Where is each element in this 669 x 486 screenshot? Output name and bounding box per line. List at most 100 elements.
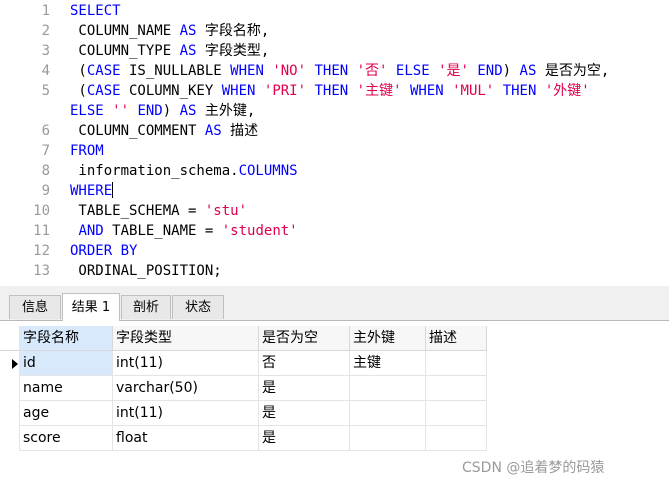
- table-cell[interactable]: [426, 351, 487, 376]
- kw-end: END: [137, 103, 163, 119]
- tab-result-1[interactable]: 结果 1: [62, 293, 120, 321]
- csdn-watermark: CSDN @追着梦的码猿: [462, 460, 605, 476]
- line-number: 10: [33, 203, 50, 219]
- kw-as: AS: [179, 43, 197, 59]
- code-line-3[interactable]: COLUMN_TYPE AS 字段类型,: [70, 41, 269, 61]
- line-number: 11: [33, 223, 50, 239]
- table-cell[interactable]: int(11): [113, 351, 259, 376]
- string-literal: '否': [356, 63, 388, 79]
- kw-case: CASE: [86, 63, 121, 79]
- code-line-5[interactable]: (CASE COLUMN_KEY WHEN 'PRI' THEN '主键' WH…: [70, 81, 590, 101]
- sql-editor[interactable]: 1 2 3 4 5 6 7 8 9 10 11 12 13 SELECT COL…: [0, 0, 669, 286]
- table-cell[interactable]: 是: [259, 426, 350, 451]
- code-line-4[interactable]: (CASE IS_NULLABLE WHEN 'NO' THEN '否' ELS…: [70, 61, 609, 81]
- code-text: 主外键,: [196, 103, 256, 119]
- string-literal: 'stu': [204, 203, 248, 219]
- kw-else: ELSE: [70, 103, 104, 119]
- string-literal: 'student': [221, 223, 298, 239]
- code-text: (: [70, 83, 87, 99]
- column-header[interactable]: 主外键: [350, 326, 426, 351]
- code-text: 是否为空,: [536, 63, 610, 79]
- table-cell[interactable]: [426, 401, 487, 426]
- line-number: 7: [41, 143, 50, 159]
- code-line-5-wrap[interactable]: ELSE '' END) AS 主外键,: [70, 101, 255, 121]
- table-cell[interactable]: [350, 426, 426, 451]
- line-number: 9: [41, 183, 50, 199]
- code-text: ): [502, 63, 520, 79]
- line-number: 8: [41, 163, 50, 179]
- kw-when: WHEN: [221, 83, 256, 99]
- kw-as: AS: [519, 63, 537, 79]
- code-text: IS_NULLABLE: [120, 63, 231, 79]
- kw-as: AS: [204, 123, 222, 139]
- table-cell[interactable]: [426, 426, 487, 451]
- code-line-2[interactable]: COLUMN_NAME AS 字段名称,: [70, 21, 269, 41]
- code-line-13[interactable]: ORDINAL_POSITION;: [70, 261, 221, 281]
- code-text: 字段名称,: [196, 23, 270, 39]
- code-text: COLUMN_TYPE: [70, 43, 180, 59]
- code-text: 描述: [221, 123, 259, 139]
- string-literal: '外键': [544, 83, 590, 99]
- table-cell[interactable]: 主键: [350, 351, 426, 376]
- table-cell[interactable]: age: [20, 401, 113, 426]
- kw-as: AS: [179, 23, 197, 39]
- string-literal: 'NO': [272, 63, 307, 79]
- kw-case: CASE: [86, 83, 121, 99]
- table-row[interactable]: id int(11) 否 主键: [0, 351, 669, 376]
- kw-then: THEN: [502, 83, 537, 99]
- table-cell[interactable]: [350, 376, 426, 401]
- table-cell[interactable]: [426, 376, 487, 401]
- code-line-11[interactable]: AND TABLE_NAME = 'student': [70, 221, 298, 241]
- kw-then: THEN: [314, 63, 349, 79]
- code-line-7[interactable]: FROM: [70, 141, 104, 161]
- string-literal: 'MUL': [452, 83, 495, 99]
- code-line-12[interactable]: ORDER BY: [70, 241, 137, 261]
- column-header[interactable]: 描述: [426, 326, 487, 351]
- table-cell[interactable]: name: [20, 376, 113, 401]
- table-cell[interactable]: float: [113, 426, 259, 451]
- table-cell[interactable]: score: [20, 426, 113, 451]
- table-cell[interactable]: 是: [259, 376, 350, 401]
- tab-info[interactable]: 信息: [9, 295, 61, 319]
- kw-end: END: [477, 63, 503, 79]
- line-number: 4: [41, 63, 50, 79]
- kw-as: AS: [179, 103, 197, 119]
- table-cell[interactable]: id: [20, 351, 113, 376]
- code-line-10[interactable]: TABLE_SCHEMA = 'stu': [70, 201, 247, 221]
- column-header[interactable]: 是否为空: [259, 326, 350, 351]
- code-line-9[interactable]: WHERE: [70, 181, 114, 201]
- table-cell[interactable]: varchar(50): [113, 376, 259, 401]
- table-cell[interactable]: int(11): [113, 401, 259, 426]
- table-cell[interactable]: [350, 401, 426, 426]
- row-indicator: [0, 426, 20, 451]
- line-number: 1: [41, 3, 50, 19]
- row-indicator: [0, 376, 20, 401]
- table-cell[interactable]: 是: [259, 401, 350, 426]
- current-row-arrow-icon: [12, 359, 18, 369]
- table-cell[interactable]: 否: [259, 351, 350, 376]
- line-number: 2: [41, 23, 50, 39]
- tab-profile[interactable]: 剖析: [121, 295, 171, 319]
- table-row[interactable]: score float 是: [0, 426, 669, 451]
- code-line-1[interactable]: SELECT: [70, 1, 121, 21]
- table-row[interactable]: age int(11) 是: [0, 401, 669, 426]
- code-line-6[interactable]: COLUMN_COMMENT AS 描述: [70, 121, 258, 141]
- column-header[interactable]: 字段名称: [20, 326, 113, 351]
- tab-status[interactable]: 状态: [172, 295, 224, 319]
- kw-else: ELSE: [395, 63, 430, 79]
- kw-order-by: ORDER BY: [70, 243, 138, 259]
- kw-then: THEN: [314, 83, 349, 99]
- column-header[interactable]: 字段类型: [113, 326, 259, 351]
- table-row[interactable]: name varchar(50) 是: [0, 376, 669, 401]
- code-line-8[interactable]: information_schema.COLUMNS: [70, 161, 297, 181]
- text-cursor: [112, 182, 114, 198]
- string-literal: '主键': [356, 83, 402, 99]
